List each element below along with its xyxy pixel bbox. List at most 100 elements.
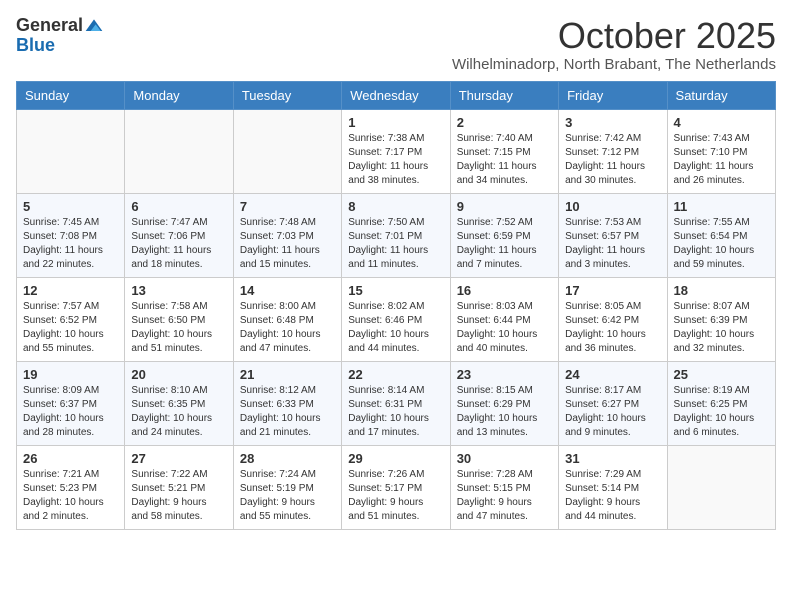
day-info: Sunrise: 8:03 AM Sunset: 6:44 PM Dayligh… xyxy=(457,300,552,356)
day-number: 31 xyxy=(565,451,660,466)
day-info: Sunrise: 8:07 AM Sunset: 6:39 PM Dayligh… xyxy=(674,300,769,356)
calendar-cell: 5 Sunrise: 7:45 AM Sunset: 7:08 PM Daylig… xyxy=(17,193,125,277)
day-number: 24 xyxy=(565,367,660,382)
calendar-cell: 26Sunrise: 7:21 AM Sunset: 5:23 PM Dayli… xyxy=(17,445,125,529)
day-info: Sunrise: 7:52 AM Sunset: 6:59 PM Dayligh… xyxy=(457,216,552,272)
day-number: 14 xyxy=(240,283,335,298)
day-number: 1 xyxy=(348,115,443,130)
logo-general-text: General xyxy=(16,16,83,36)
header-friday: Friday xyxy=(559,81,667,109)
calendar-cell: 25 Sunrise: 8:19 AM Sunset: 6:25 PM Dayli… xyxy=(667,361,775,445)
day-info: Sunrise: 8:10 AM Sunset: 6:35 PM Dayligh… xyxy=(131,384,226,440)
calendar-cell: 11Sunrise: 7:55 AM Sunset: 6:54 PM Dayli… xyxy=(667,193,775,277)
day-info: Sunrise: 8:19 AM Sunset: 6:25 PM Dayligh… xyxy=(674,384,769,440)
logo-blue-text: Blue xyxy=(16,36,55,56)
day-info: Sunrise: 7:26 AM Sunset: 5:17 PM Dayligh… xyxy=(348,468,443,524)
day-number: 7 xyxy=(240,199,335,214)
calendar-cell: 17Sunrise: 8:05 AM Sunset: 6:42 PM Dayli… xyxy=(559,277,667,361)
page-header: General Blue October 2025 Wilhelminadorp… xyxy=(16,16,776,73)
day-info: Sunrise: 7:43 AM Sunset: 7:10 PM Dayligh… xyxy=(674,132,769,188)
calendar-cell: 13Sunrise: 7:58 AM Sunset: 6:50 PM Dayli… xyxy=(125,277,233,361)
calendar-cell: 30 Sunrise: 7:28 AM Sunset: 5:15 PM Dayli… xyxy=(450,445,558,529)
calendar-header-row: SundayMondayTuesdayWednesdayThursdayFrid… xyxy=(17,81,776,109)
day-info: Sunrise: 8:12 AM Sunset: 6:33 PM Dayligh… xyxy=(240,384,335,440)
day-number: 16 xyxy=(457,283,552,298)
day-info: Sunrise: 7:38 AM Sunset: 7:17 PM Dayligh… xyxy=(348,132,443,188)
calendar-table: SundayMondayTuesdayWednesdayThursdayFrid… xyxy=(16,81,776,530)
day-number: 2 xyxy=(457,115,552,130)
calendar-week-2: 12 Sunrise: 7:57 AM Sunset: 6:52 PM Dayli… xyxy=(17,277,776,361)
day-info: Sunrise: 8:09 AM Sunset: 6:37 PM Dayligh… xyxy=(23,384,118,440)
calendar-cell: 22 Sunrise: 8:14 AM Sunset: 6:31 PM Dayli… xyxy=(342,361,450,445)
day-number: 29 xyxy=(348,451,443,466)
calendar-cell: 28Sunrise: 7:24 AM Sunset: 5:19 PM Dayli… xyxy=(233,445,341,529)
day-number: 10 xyxy=(565,199,660,214)
calendar-cell: 10 Sunrise: 7:53 AM Sunset: 6:57 PM Dayli… xyxy=(559,193,667,277)
calendar-cell: 6 Sunrise: 7:47 AM Sunset: 7:06 PM Daylig… xyxy=(125,193,233,277)
day-number: 19 xyxy=(23,367,118,382)
day-number: 18 xyxy=(674,283,769,298)
day-info: Sunrise: 7:24 AM Sunset: 5:19 PM Dayligh… xyxy=(240,468,335,524)
header-wednesday: Wednesday xyxy=(342,81,450,109)
calendar-cell: 27Sunrise: 7:22 AM Sunset: 5:21 PM Dayli… xyxy=(125,445,233,529)
calendar-cell: 20Sunrise: 8:10 AM Sunset: 6:35 PM Dayli… xyxy=(125,361,233,445)
day-number: 23 xyxy=(457,367,552,382)
day-number: 21 xyxy=(240,367,335,382)
day-info: Sunrise: 7:42 AM Sunset: 7:12 PM Dayligh… xyxy=(565,132,660,188)
day-info: Sunrise: 8:00 AM Sunset: 6:48 PM Dayligh… xyxy=(240,300,335,356)
day-info: Sunrise: 7:28 AM Sunset: 5:15 PM Dayligh… xyxy=(457,468,552,524)
day-number: 6 xyxy=(131,199,226,214)
calendar-cell: 1 Sunrise: 7:38 AM Sunset: 7:17 PM Daylig… xyxy=(342,109,450,193)
day-info: Sunrise: 7:48 AM Sunset: 7:03 PM Dayligh… xyxy=(240,216,335,272)
header-tuesday: Tuesday xyxy=(233,81,341,109)
calendar-cell: 29 Sunrise: 7:26 AM Sunset: 5:17 PM Dayli… xyxy=(342,445,450,529)
calendar-cell xyxy=(125,109,233,193)
calendar-cell: 9 Sunrise: 7:52 AM Sunset: 6:59 PM Daylig… xyxy=(450,193,558,277)
calendar-cell: 2Sunrise: 7:40 AM Sunset: 7:15 PM Daylig… xyxy=(450,109,558,193)
day-info: Sunrise: 8:02 AM Sunset: 6:46 PM Dayligh… xyxy=(348,300,443,356)
calendar-cell: 18 Sunrise: 8:07 AM Sunset: 6:39 PM Dayli… xyxy=(667,277,775,361)
header-monday: Monday xyxy=(125,81,233,109)
calendar-cell: 21 Sunrise: 8:12 AM Sunset: 6:33 PM Dayli… xyxy=(233,361,341,445)
day-info: Sunrise: 7:47 AM Sunset: 7:06 PM Dayligh… xyxy=(131,216,226,272)
day-number: 8 xyxy=(348,199,443,214)
day-info: Sunrise: 7:29 AM Sunset: 5:14 PM Dayligh… xyxy=(565,468,660,524)
calendar-week-4: 26Sunrise: 7:21 AM Sunset: 5:23 PM Dayli… xyxy=(17,445,776,529)
month-title: October 2025 xyxy=(452,16,776,56)
day-info: Sunrise: 7:45 AM Sunset: 7:08 PM Dayligh… xyxy=(23,216,118,272)
calendar-cell: 23Sunrise: 8:15 AM Sunset: 6:29 PM Dayli… xyxy=(450,361,558,445)
day-number: 30 xyxy=(457,451,552,466)
day-number: 22 xyxy=(348,367,443,382)
calendar-week-3: 19 Sunrise: 8:09 AM Sunset: 6:37 PM Dayli… xyxy=(17,361,776,445)
header-saturday: Saturday xyxy=(667,81,775,109)
day-info: Sunrise: 7:55 AM Sunset: 6:54 PM Dayligh… xyxy=(674,216,769,272)
day-info: Sunrise: 7:57 AM Sunset: 6:52 PM Dayligh… xyxy=(23,300,118,356)
logo-icon xyxy=(84,16,104,36)
day-number: 9 xyxy=(457,199,552,214)
header-thursday: Thursday xyxy=(450,81,558,109)
logo: General Blue xyxy=(16,16,104,56)
header-sunday: Sunday xyxy=(17,81,125,109)
calendar-cell: 4Sunrise: 7:43 AM Sunset: 7:10 PM Daylig… xyxy=(667,109,775,193)
day-number: 5 xyxy=(23,199,118,214)
day-number: 27 xyxy=(131,451,226,466)
day-number: 26 xyxy=(23,451,118,466)
calendar-week-1: 5 Sunrise: 7:45 AM Sunset: 7:08 PM Daylig… xyxy=(17,193,776,277)
calendar-cell: 12 Sunrise: 7:57 AM Sunset: 6:52 PM Dayli… xyxy=(17,277,125,361)
day-number: 12 xyxy=(23,283,118,298)
day-number: 17 xyxy=(565,283,660,298)
day-number: 15 xyxy=(348,283,443,298)
calendar-cell xyxy=(233,109,341,193)
day-info: Sunrise: 8:17 AM Sunset: 6:27 PM Dayligh… xyxy=(565,384,660,440)
day-number: 25 xyxy=(674,367,769,382)
day-info: Sunrise: 8:14 AM Sunset: 6:31 PM Dayligh… xyxy=(348,384,443,440)
day-info: Sunrise: 7:53 AM Sunset: 6:57 PM Dayligh… xyxy=(565,216,660,272)
calendar-cell xyxy=(667,445,775,529)
calendar-cell: 16 Sunrise: 8:03 AM Sunset: 6:44 PM Dayli… xyxy=(450,277,558,361)
day-info: Sunrise: 7:58 AM Sunset: 6:50 PM Dayligh… xyxy=(131,300,226,356)
calendar-week-0: 1 Sunrise: 7:38 AM Sunset: 7:17 PM Daylig… xyxy=(17,109,776,193)
calendar-cell: 3Sunrise: 7:42 AM Sunset: 7:12 PM Daylig… xyxy=(559,109,667,193)
calendar-cell: 24 Sunrise: 8:17 AM Sunset: 6:27 PM Dayli… xyxy=(559,361,667,445)
location-subtitle: Wilhelminadorp, North Brabant, The Nethe… xyxy=(452,56,776,73)
calendar-cell: 7 Sunrise: 7:48 AM Sunset: 7:03 PM Daylig… xyxy=(233,193,341,277)
